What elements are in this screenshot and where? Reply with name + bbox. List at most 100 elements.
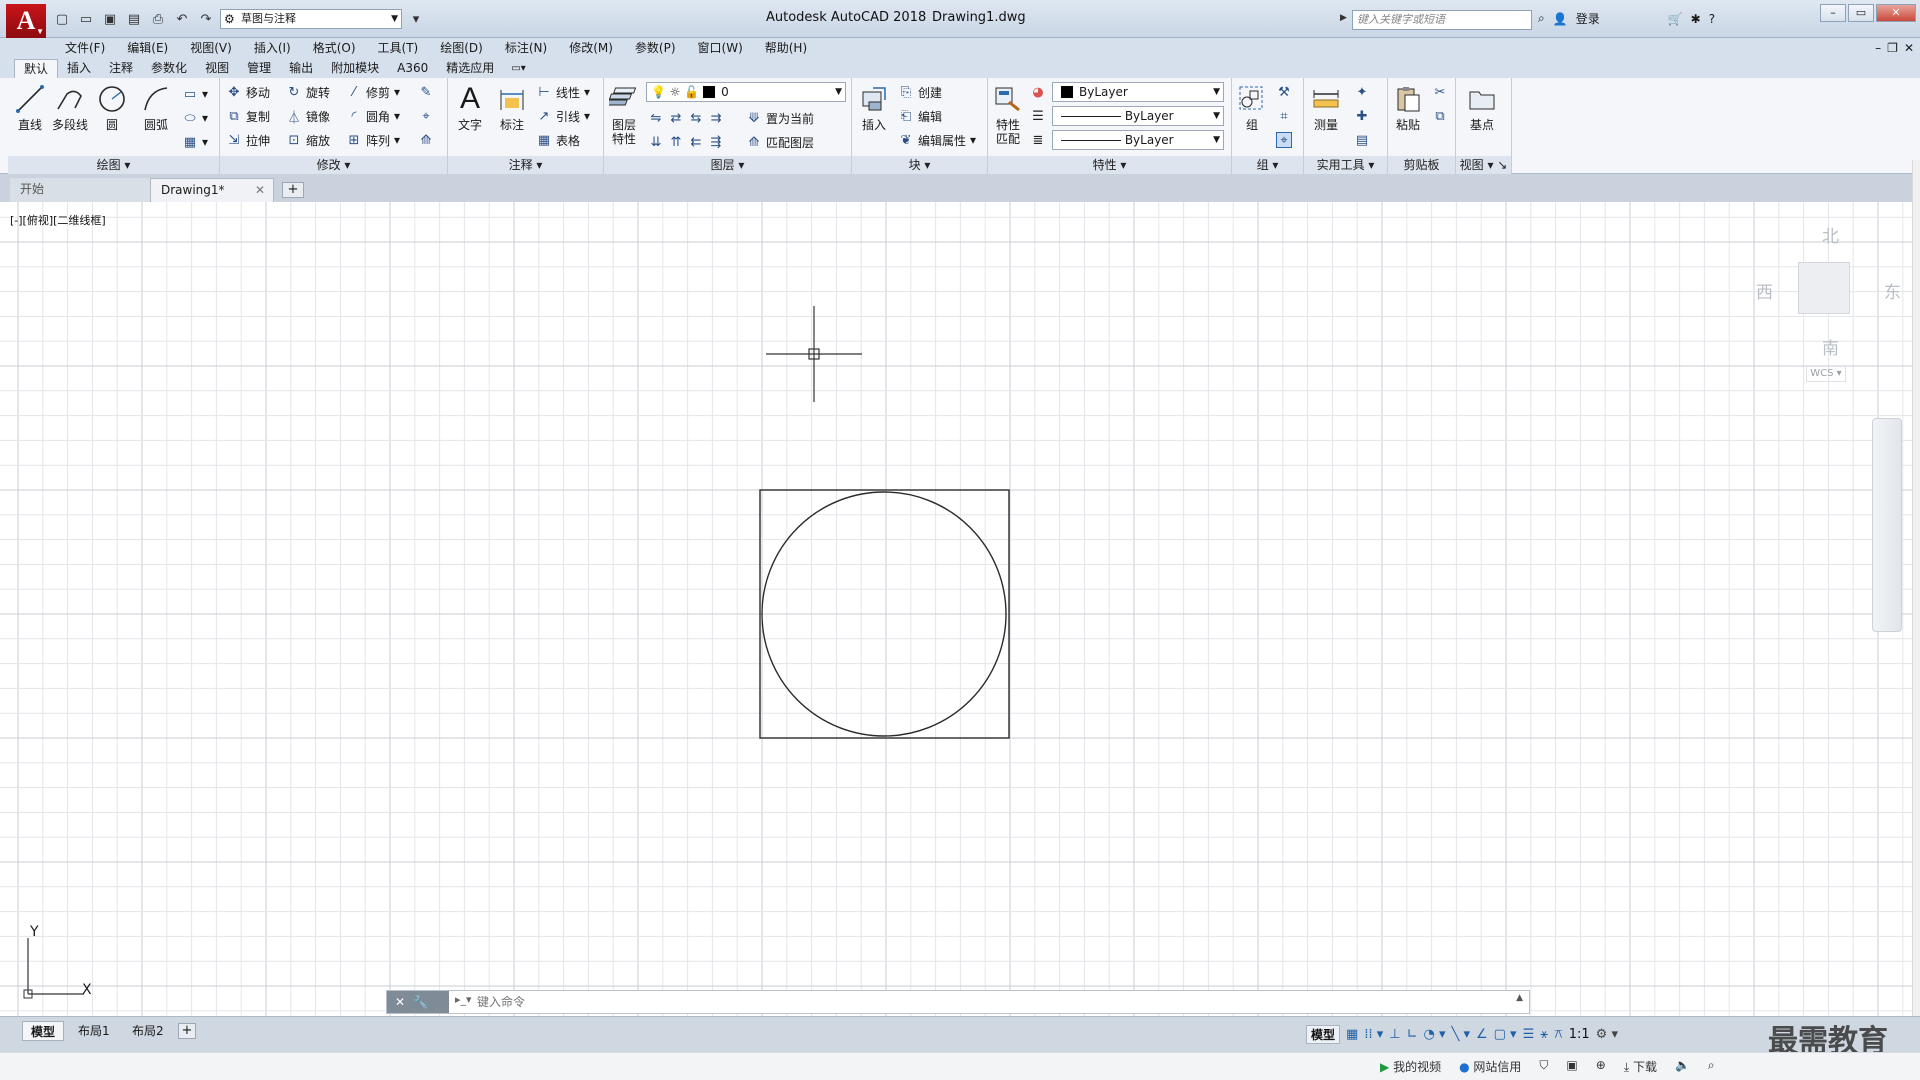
close-icon[interactable]: ✕ bbox=[395, 995, 405, 1009]
panel-utilities-title[interactable]: 实用工具 ▾ bbox=[1304, 156, 1387, 174]
trim-tool[interactable]: ⁄ 修剪 ▾ bbox=[346, 82, 400, 102]
group-tool[interactable]: 组 bbox=[1232, 82, 1272, 132]
cart-icon[interactable]: 🛒 bbox=[1668, 12, 1683, 26]
infer-constraints-icon[interactable]: ⊥ bbox=[1389, 1027, 1400, 1042]
speaker-icon[interactable]: 🔈 bbox=[1675, 1058, 1690, 1075]
tab-start[interactable]: 开始 bbox=[10, 178, 150, 202]
viewcube-face-top[interactable] bbox=[1798, 262, 1850, 314]
save-icon[interactable]: ▣ bbox=[100, 9, 120, 29]
my-video-link[interactable]: ▶ 我的视频 bbox=[1380, 1058, 1441, 1075]
array-tool[interactable]: ⊞ 阵列 ▾ bbox=[346, 130, 401, 150]
panel-layers-title[interactable]: 图层 ▾ bbox=[604, 156, 851, 174]
doc-restore-icon[interactable]: ❐ bbox=[1887, 38, 1898, 58]
rotate-tool[interactable]: ↻ 旋转 bbox=[286, 82, 330, 102]
fillet-tool[interactable]: ◜ 圆角 ▾ bbox=[346, 106, 400, 126]
group-edit-tool[interactable]: ⌗ bbox=[1276, 106, 1292, 126]
ellipse-tool[interactable]: ⬭ ▾ bbox=[182, 108, 208, 128]
mirror-tool[interactable]: ⏃ 镜像 bbox=[286, 106, 330, 126]
layer-dropdown[interactable]: 💡 ☼ 🔓 0 ▼ bbox=[646, 82, 846, 102]
help-icon[interactable]: ? bbox=[1709, 12, 1715, 26]
viewcube[interactable]: 北 西 东 南 WCS ▾ bbox=[1756, 218, 1906, 388]
command-prompt-icon[interactable]: ▸_▾ bbox=[455, 993, 472, 1006]
panel-annotation-title[interactable]: 注释 ▾ bbox=[448, 156, 603, 174]
isodraft-icon[interactable]: ╲ ▾ bbox=[1452, 1027, 1470, 1042]
rectangle-tool[interactable]: ▭ ▾ bbox=[182, 84, 208, 104]
cut-tool[interactable]: ✂ bbox=[1432, 82, 1448, 102]
panel-clipboard-title[interactable]: 剪贴板 bbox=[1388, 156, 1455, 174]
tab-featured-apps[interactable]: 精选应用 bbox=[437, 59, 503, 78]
workspace-switch-icon[interactable]: ⚙ ▾ bbox=[1596, 1027, 1618, 1042]
menu-modify[interactable]: 修改(M) bbox=[558, 38, 624, 58]
viewcube-east[interactable]: 东 bbox=[1884, 278, 1901, 303]
panel-groups-title[interactable]: 组 ▾ bbox=[1232, 156, 1303, 174]
panel-block-title[interactable]: 块 ▾ bbox=[852, 156, 987, 174]
new-icon[interactable]: ▢ bbox=[52, 9, 72, 29]
tab-manage[interactable]: 管理 bbox=[238, 59, 280, 78]
copy-clip-tool[interactable]: ⧉ bbox=[1432, 106, 1448, 126]
vertical-scrollbar[interactable] bbox=[1912, 160, 1920, 1030]
print-icon[interactable]: ⎙ bbox=[148, 9, 168, 29]
circle-tool[interactable]: 圆 bbox=[92, 82, 132, 132]
chevron-up-icon[interactable]: ▲ bbox=[1516, 993, 1523, 1003]
binoculars-icon[interactable]: ⌕ bbox=[1538, 11, 1545, 26]
search-expand-icon[interactable]: ▶ bbox=[1340, 13, 1347, 23]
lineweight-dropdown[interactable]: ByLayer ▼ bbox=[1052, 106, 1224, 126]
insert-block-tool[interactable]: 插入 bbox=[854, 82, 894, 132]
doc-close-icon[interactable]: ✕ bbox=[1904, 38, 1914, 58]
match-layer-tool[interactable]: ⟰ 匹配图层 bbox=[746, 132, 814, 152]
calculator-tool[interactable]: ▤ bbox=[1354, 130, 1370, 150]
undo-icon[interactable]: ↶ bbox=[172, 9, 192, 29]
move-tool[interactable]: ✥ 移动 bbox=[226, 82, 270, 102]
object-snap-tracking-icon[interactable]: ∠ bbox=[1476, 1027, 1488, 1042]
menu-draw[interactable]: 绘图(D) bbox=[429, 38, 494, 58]
set-current-tool[interactable]: ⟱ 置为当前 bbox=[746, 108, 814, 128]
menu-view[interactable]: 视图(V) bbox=[179, 38, 243, 58]
menu-help[interactable]: 帮助(H) bbox=[754, 38, 818, 58]
annotation-scale-icon[interactable]: ⚻ bbox=[1554, 1027, 1563, 1042]
offset-tool[interactable]: ⟰ bbox=[418, 130, 434, 150]
snap-icon[interactable]: ⁞⁞ ▾ bbox=[1364, 1027, 1383, 1042]
close-icon[interactable]: ✕ bbox=[255, 179, 265, 201]
tab-drawing1[interactable]: Drawing1* ✕ bbox=[150, 178, 274, 202]
workspace-select[interactable]: ⚙ 草图与注释 ▼ bbox=[220, 9, 402, 29]
ribbon-minimize-icon[interactable]: ▭▾ bbox=[503, 59, 533, 78]
tab-annotate[interactable]: 注释 bbox=[100, 59, 142, 78]
viewport-controls[interactable]: [-][俯视][二维线框] bbox=[10, 212, 106, 228]
erase-tool[interactable]: ✎ bbox=[418, 82, 434, 102]
grid-icon[interactable]: ▦ bbox=[1346, 1027, 1358, 1042]
hatch-tool[interactable]: ▦ ▾ bbox=[182, 132, 208, 152]
lineweight-display-icon[interactable]: ☰ bbox=[1523, 1027, 1535, 1042]
tab-output[interactable]: 输出 bbox=[280, 59, 322, 78]
annotation-visibility-icon[interactable]: ⚹ bbox=[1540, 1027, 1548, 1042]
menu-insert[interactable]: 插入(I) bbox=[243, 38, 302, 58]
menu-edit[interactable]: 编辑(E) bbox=[116, 38, 179, 58]
layer-isolate-icon[interactable]: ⇄ bbox=[668, 110, 684, 126]
menu-file[interactable]: 文件(F) bbox=[54, 38, 116, 58]
new-tab-button[interactable]: + bbox=[282, 182, 304, 198]
menu-window[interactable]: 窗口(W) bbox=[687, 38, 754, 58]
viewcube-west[interactable]: 西 bbox=[1756, 278, 1773, 303]
scale-tool[interactable]: ⊡ 缩放 bbox=[286, 130, 330, 150]
site-credit-link[interactable]: ● 网站信用 bbox=[1459, 1058, 1521, 1075]
copy-tool[interactable]: ⧉ 复制 bbox=[226, 106, 270, 126]
table-tool[interactable]: ▦ 表格 bbox=[536, 130, 580, 150]
minimize-button[interactable]: – bbox=[1820, 4, 1846, 22]
panel-properties-title[interactable]: 特性 ▾ bbox=[988, 156, 1231, 174]
redo-icon[interactable]: ↷ bbox=[196, 9, 216, 29]
tab-insert[interactable]: 插入 bbox=[58, 59, 100, 78]
image-icon[interactable]: ▣ bbox=[1566, 1058, 1577, 1075]
quick-select-tool[interactable]: ✦ bbox=[1354, 82, 1370, 102]
polyline-tool[interactable]: 多段线 bbox=[50, 82, 90, 132]
match-properties-tool[interactable]: 特性 匹配 bbox=[988, 82, 1028, 146]
navigation-bar[interactable] bbox=[1872, 418, 1902, 632]
layer-unisolate-icon[interactable]: ⇈ bbox=[668, 134, 684, 150]
leader-tool[interactable]: ↗ 引线 ▾ bbox=[536, 106, 591, 126]
layer-off-icon[interactable]: ⇋ bbox=[648, 110, 664, 126]
stretch-tool[interactable]: ⇲ 拉伸 bbox=[226, 130, 270, 150]
panel-draw-title[interactable]: 绘图 ▾ bbox=[8, 156, 219, 174]
measure-tool[interactable]: 测量 bbox=[1306, 82, 1346, 132]
command-input[interactable] bbox=[477, 993, 1477, 1011]
layer-lock-icon[interactable]: ⇉ bbox=[708, 110, 724, 126]
panel-view-title[interactable]: 视图 ▾ ↘ bbox=[1456, 156, 1511, 174]
point-tool[interactable]: ✚ bbox=[1354, 106, 1370, 126]
